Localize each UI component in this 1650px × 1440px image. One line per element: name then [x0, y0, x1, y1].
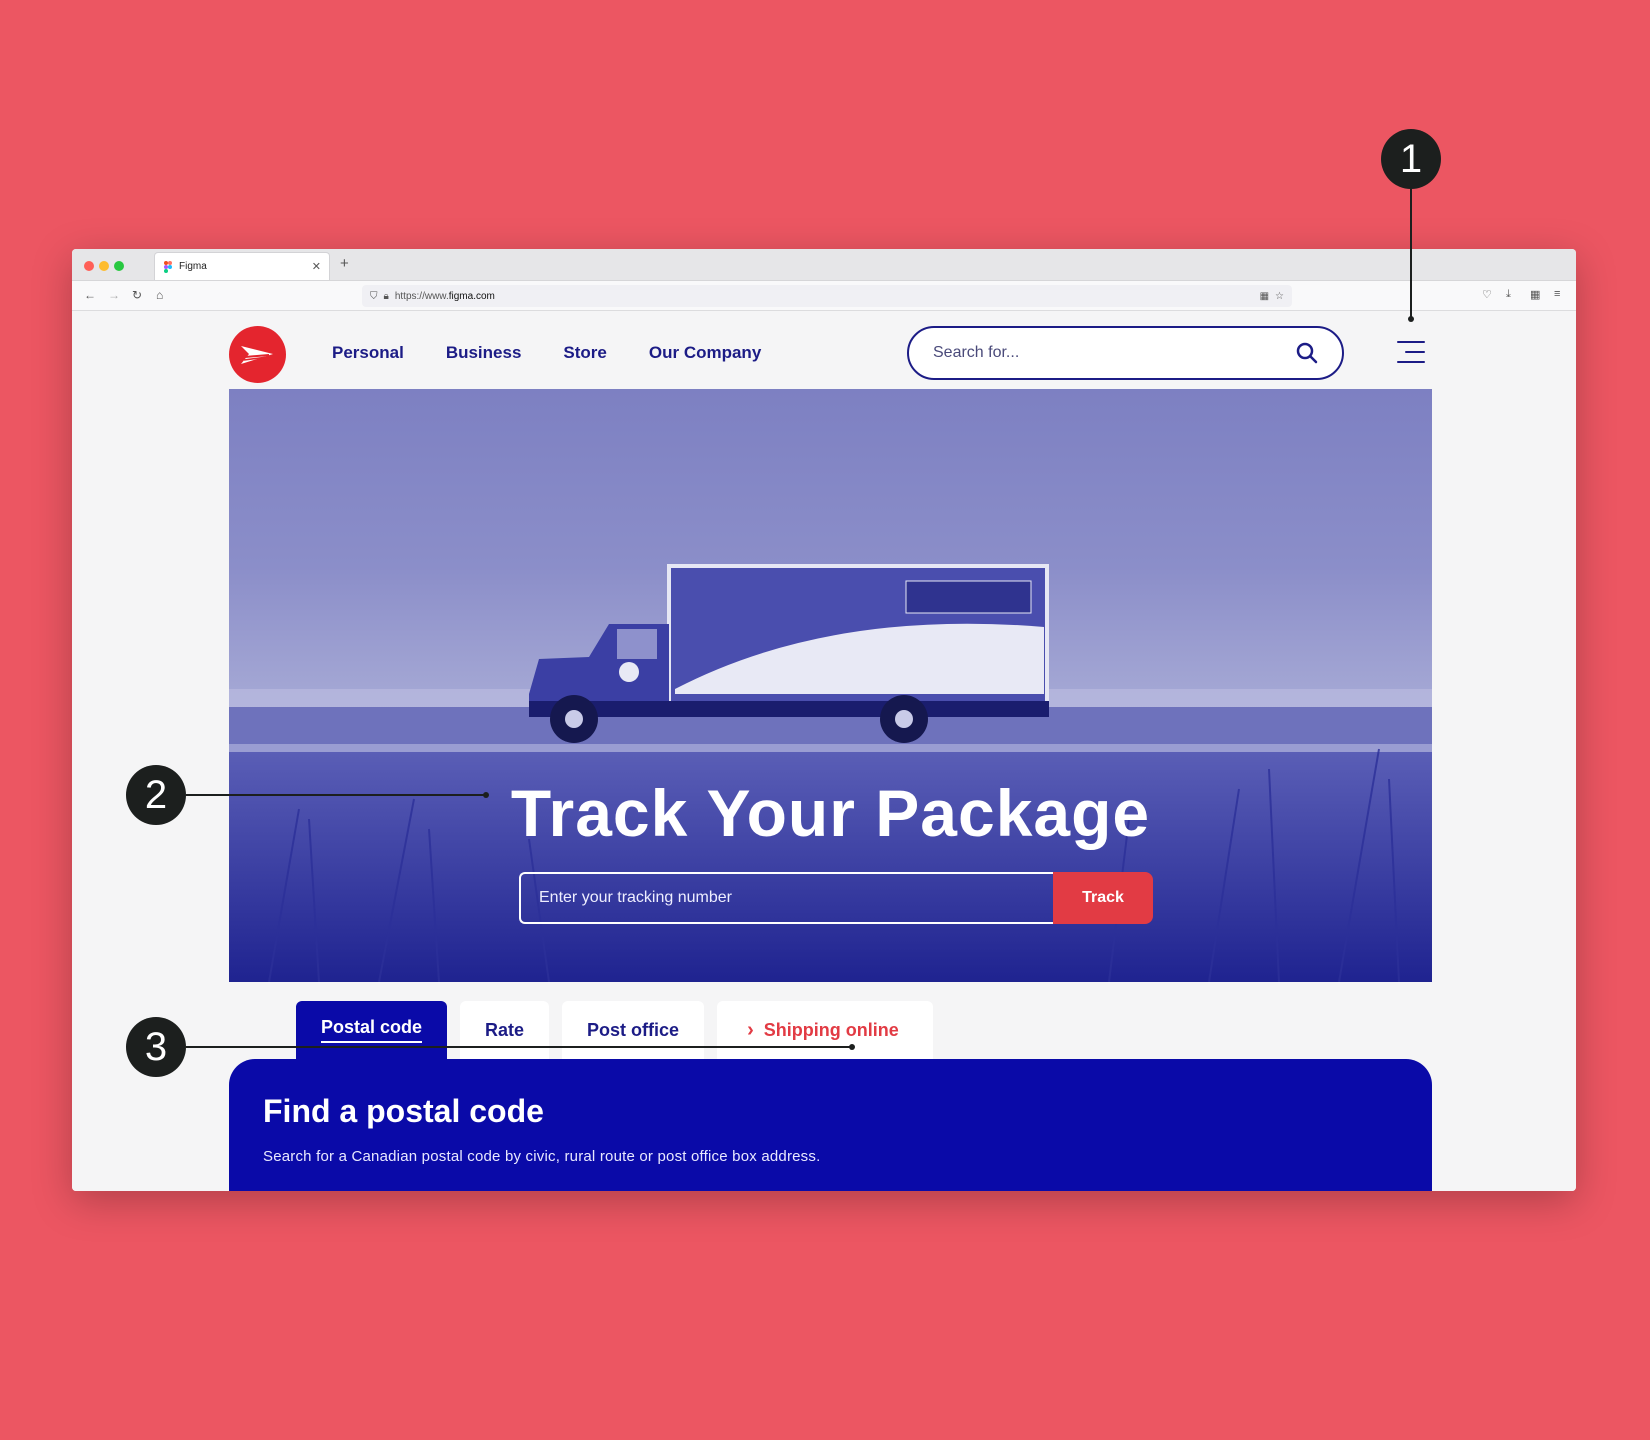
shield-icon: ⛉ — [370, 290, 378, 302]
address-bar[interactable]: ⛉ 🔒︎ https://www.figma.com ▦ ☆ — [362, 285, 1292, 307]
browser-tab-title: Figma — [179, 261, 207, 272]
maximize-window-button[interactable] — [114, 261, 124, 271]
figma-icon — [164, 260, 172, 273]
annotation-dot-2 — [483, 792, 489, 798]
panel-description: Search for a Canadian postal code by civ… — [263, 1148, 821, 1165]
chevron-right-icon: › — [747, 1018, 754, 1041]
url-text: https://www.figma.com — [394, 290, 495, 302]
annotation-line-1 — [1410, 189, 1412, 319]
tab-shipping-online[interactable]: › Shipping online — [717, 1001, 933, 1059]
extensions-icon[interactable]: ▦ — [1260, 291, 1269, 302]
site-search — [907, 326, 1344, 380]
postal-code-panel: Find a postal code Search for a Canadian… — [229, 1059, 1432, 1191]
annotation-badge-2: 2 — [126, 765, 186, 825]
service-tabs: Postal code Rate Post office › Shipping … — [296, 1001, 933, 1059]
canada-post-logo-mark — [241, 346, 273, 364]
back-icon[interactable]: ← — [84, 288, 96, 302]
new-tab-icon[interactable]: + — [340, 255, 349, 272]
annotation-badge-3: 3 — [126, 1017, 186, 1077]
tab-postal-code[interactable]: Postal code — [296, 1001, 448, 1059]
tab-label: Shipping online — [763, 1019, 899, 1040]
tab-label: Post office — [587, 1019, 680, 1040]
annotation-line-2 — [186, 794, 486, 796]
tab-label: Postal code — [321, 1017, 423, 1043]
hero-title: Track Your Package — [510, 776, 1151, 850]
annotation-dot-3 — [849, 1044, 855, 1050]
tracking-number-input[interactable] — [519, 872, 1053, 924]
canada-post-logo[interactable] — [229, 326, 286, 383]
hero-banner: Track Your Package Track — [229, 389, 1432, 982]
main-nav: Personal Business Store Our Company — [332, 343, 761, 363]
tracking-form: Track — [519, 872, 1153, 924]
browser-tab[interactable]: Figma ✕ — [154, 252, 330, 280]
tab-label: Rate — [485, 1019, 525, 1040]
pocket-icon[interactable]: ♡ — [1482, 288, 1492, 301]
browser-tab-bar: Figma ✕ + — [72, 249, 1576, 281]
annotation-line-3 — [186, 1046, 853, 1048]
close-window-button[interactable] — [84, 261, 94, 271]
apps-icon[interactable]: ▦ — [1530, 288, 1540, 301]
nav-our-company[interactable]: Our Company — [649, 343, 761, 363]
forward-icon[interactable]: → — [108, 288, 120, 302]
tab-rate[interactable]: Rate — [460, 1001, 550, 1059]
minimize-window-button[interactable] — [99, 261, 109, 271]
annotation-badge-1: 1 — [1381, 129, 1441, 189]
search-icon[interactable] — [1296, 342, 1318, 364]
nav-personal[interactable]: Personal — [332, 343, 404, 363]
browser-menu-icon[interactable]: ≡ — [1554, 288, 1560, 300]
track-button[interactable]: Track — [1053, 872, 1153, 924]
nav-business[interactable]: Business — [446, 343, 522, 363]
browser-toolbar: ← → ↻ ⌂ ⛉ 🔒︎ https://www.figma.com ▦ ☆ ♡… — [72, 281, 1576, 311]
panel-title: Find a postal code — [263, 1093, 544, 1129]
tab-post-office[interactable]: Post office — [562, 1001, 705, 1059]
annotation-dot-1 — [1408, 316, 1414, 322]
home-icon[interactable]: ⌂ — [156, 288, 163, 302]
download-icon[interactable]: ⤓ — [1506, 288, 1511, 301]
browser-window: Figma ✕ + ← → ↻ ⌂ ⛉ 🔒︎ https://www.figma… — [72, 249, 1576, 1191]
reload-icon[interactable]: ↻ — [132, 288, 142, 302]
hamburger-menu-icon[interactable] — [1397, 341, 1425, 363]
lock-icon: 🔒︎ — [383, 290, 389, 302]
tab-close-icon[interactable]: ✕ — [312, 260, 321, 273]
webpage: Personal Business Store Our Company Sear… — [72, 311, 1576, 1191]
nav-store[interactable]: Store — [563, 343, 606, 363]
search-input[interactable] — [933, 344, 1296, 362]
bookmark-star-icon[interactable]: ☆ — [1275, 291, 1284, 302]
